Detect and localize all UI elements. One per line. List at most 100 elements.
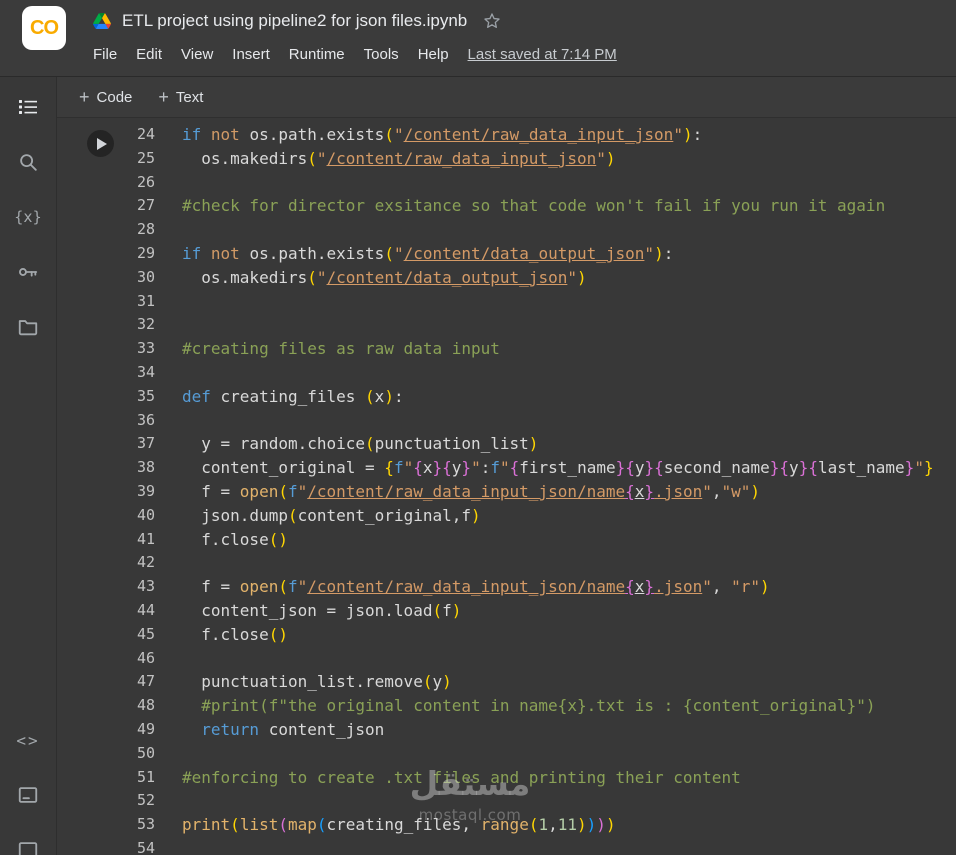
code-line[interactable]: 51 #enforcing to create .txt files and pr… — [114, 766, 956, 790]
code-line[interactable]: 47 punctuation_list.remove(y) — [114, 670, 956, 694]
code-text: #check for director exsitance so that co… — [182, 196, 886, 216]
line-number: 34 — [136, 362, 155, 381]
code-text: os.makedirs("/content/data_output_json") — [182, 267, 587, 287]
code-line[interactable]: 49 return content_json — [114, 718, 956, 742]
code-text: content_original = {f"{x}{y}":f"{first_n… — [182, 458, 934, 478]
code-line[interactable]: 28 — [114, 218, 956, 242]
code-line[interactable]: 27 #check for director exsitance so that … — [114, 194, 956, 218]
line-number: 52 — [136, 791, 155, 810]
line-number: 45 — [136, 624, 155, 643]
line-number: 50 — [136, 743, 155, 762]
line-number: 49 — [136, 719, 155, 738]
code-text: f.close() — [182, 529, 288, 549]
menu-insert[interactable]: Insert — [232, 46, 270, 63]
play-icon — [97, 137, 107, 150]
code-text: #enforcing to create .txt files and prin… — [182, 767, 741, 787]
sidebar-item-secrets[interactable] — [15, 260, 41, 284]
header-main: ETL project using pipeline2 for json fil… — [93, 6, 617, 72]
run-cell-button[interactable] — [87, 130, 114, 157]
title-row: ETL project using pipeline2 for json fil… — [93, 6, 617, 36]
code-line[interactable]: 25 os.makedirs("/content/raw_data_input_… — [114, 147, 956, 171]
code-text: y = random.choice(punctuation_list) — [182, 434, 539, 454]
line-number: 27 — [136, 196, 155, 215]
line-number: 40 — [136, 505, 155, 524]
sidebar-item-command-palette[interactable] — [15, 783, 41, 807]
code-line[interactable]: 43 f = open(f"/content/raw_data_input_js… — [114, 575, 956, 599]
line-number: 30 — [136, 267, 155, 286]
add-code-label: Code — [96, 88, 133, 106]
code-line[interactable]: 32 — [114, 313, 956, 337]
menu-view[interactable]: View — [181, 46, 213, 63]
code-line[interactable]: 41 f.close() — [114, 528, 956, 552]
add-text-button[interactable]: + Text — [150, 84, 211, 110]
code-line[interactable]: 38 content_original = {f"{x}{y}":f"{firs… — [114, 456, 956, 480]
line-number: 24 — [136, 125, 155, 143]
sidebar-item-search[interactable] — [15, 150, 41, 174]
code-line[interactable]: 39 f = open(f"/content/raw_data_input_js… — [114, 480, 956, 504]
line-number: 26 — [136, 172, 155, 191]
code-line[interactable]: 37 y = random.choice(punctuation_list) — [114, 432, 956, 456]
line-number: 53 — [136, 815, 155, 834]
line-number: 48 — [136, 696, 155, 715]
add-code-button[interactable]: + Code — [71, 84, 140, 110]
line-number: 38 — [136, 458, 155, 477]
menu-bar: File Edit View Insert Runtime Tools Help… — [93, 36, 617, 72]
code-cell: 24 if not os.path.exists("/content/raw_da… — [57, 118, 956, 855]
star-button[interactable] — [482, 11, 502, 31]
sidebar: {x} <> — [0, 77, 57, 855]
code-snippets-icon: <> — [16, 730, 40, 750]
sidebar-item-code-snippets[interactable]: <> — [15, 728, 41, 752]
code-line[interactable]: 45 f.close() — [114, 623, 956, 647]
notebook-title[interactable]: ETL project using pipeline2 for json fil… — [122, 11, 467, 31]
code-line[interactable]: 30 os.makedirs("/content/data_output_jso… — [114, 266, 956, 290]
last-saved-link[interactable]: Last saved at 7:14 PM — [468, 46, 617, 63]
line-number: 47 — [136, 672, 155, 691]
code-line[interactable]: 31 — [114, 290, 956, 314]
line-number: 28 — [136, 220, 155, 239]
colab-logo[interactable]: CO — [22, 6, 66, 50]
code-text: f = open(f"/content/raw_data_input_json/… — [182, 481, 761, 501]
sidebar-item-variables[interactable]: {x} — [14, 205, 42, 229]
line-number: 51 — [136, 767, 155, 786]
code-line[interactable]: 24 if not os.path.exists("/content/raw_da… — [114, 123, 956, 147]
code-line[interactable]: 54 — [114, 837, 956, 855]
line-number: 43 — [136, 577, 155, 596]
code-line[interactable]: 34 — [114, 361, 956, 385]
code-line[interactable]: 35 def creating_files (x): — [114, 385, 956, 409]
code-line[interactable]: 46 — [114, 647, 956, 671]
code-line[interactable]: 29 if not os.path.exists("/content/data_o… — [114, 242, 956, 266]
line-number: 41 — [136, 529, 155, 548]
code-text: f = open(f"/content/raw_data_input_json/… — [182, 577, 770, 597]
code-line[interactable]: 48 #print(f"the original content in name… — [114, 694, 956, 718]
code-text: return content_json — [201, 719, 385, 739]
menu-help[interactable]: Help — [418, 46, 449, 63]
sidebar-item-files[interactable] — [15, 315, 41, 339]
table-of-contents-icon — [16, 95, 40, 119]
line-number: 39 — [136, 481, 155, 500]
menu-edit[interactable]: Edit — [136, 46, 162, 63]
menu-file[interactable]: File — [93, 46, 117, 63]
code-line[interactable]: 53 print(list(map(creating_files, range(1… — [114, 813, 956, 837]
code-line[interactable]: 33 #creating files as raw data input — [114, 337, 956, 361]
code-text: #creating files as raw data input — [182, 339, 500, 359]
code-line[interactable]: 40 json.dump(content_original,f) — [114, 504, 956, 528]
code-line[interactable]: 26 — [114, 171, 956, 195]
code-text: json.dump(content_original,f) — [182, 505, 481, 525]
line-number: 29 — [136, 243, 155, 262]
notebook-content: + Code + Text 24 if not os.path.exists("/… — [57, 77, 956, 855]
code-line[interactable]: 42 — [114, 551, 956, 575]
sidebar-item-table-of-contents[interactable] — [15, 95, 41, 119]
code-line[interactable]: 36 — [114, 409, 956, 433]
search-icon — [17, 151, 39, 173]
code-line[interactable]: 52 — [114, 789, 956, 813]
code-line[interactable]: 50 — [114, 742, 956, 766]
menu-runtime[interactable]: Runtime — [289, 46, 345, 63]
code-text: content_json = json.load(f) — [182, 600, 462, 620]
line-number: 33 — [136, 339, 155, 358]
key-icon — [17, 261, 39, 283]
menu-tools[interactable]: Tools — [364, 46, 399, 63]
code-text: f.close() — [182, 624, 288, 644]
code-line[interactable]: 44 content_json = json.load(f) — [114, 599, 956, 623]
variables-icon: {x} — [14, 208, 42, 226]
sidebar-item-terminal[interactable] — [15, 838, 41, 855]
